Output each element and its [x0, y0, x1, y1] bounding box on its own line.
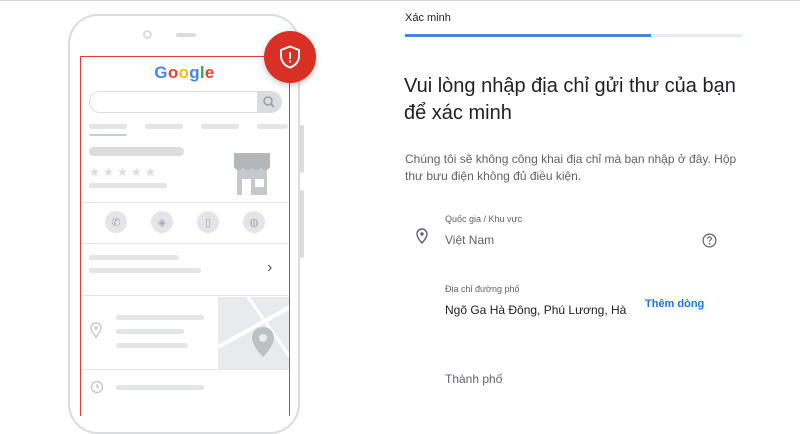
progress-bar: [405, 34, 742, 37]
logo-letter: g: [189, 63, 200, 82]
step-label: Xác minh: [405, 12, 451, 24]
storefront-icon: [234, 153, 270, 195]
google-logo: Google: [81, 63, 288, 83]
mock-business-name: [89, 147, 184, 156]
website-icon: ◍: [243, 211, 265, 233]
mock-line: [116, 343, 188, 348]
star-icon: ★: [89, 165, 100, 179]
location-pin-icon: [416, 228, 428, 244]
chevron-right-icon: ›: [267, 259, 273, 276]
mock-search-bar: [89, 91, 282, 113]
mock-line: [116, 385, 204, 390]
add-line-button[interactable]: Thêm dòng: [645, 298, 704, 310]
mock-line: [116, 315, 204, 320]
directions-icon: ◈: [151, 211, 173, 233]
mock-tab: [89, 124, 127, 129]
mock-tab: [257, 124, 288, 129]
country-field[interactable]: Việt Nam: [445, 233, 494, 247]
country-field-label: Quốc gia / Khu vực: [445, 214, 523, 224]
city-field[interactable]: Thành phố: [445, 372, 502, 386]
logo-letter: o: [167, 63, 179, 82]
location-pin-icon: [90, 322, 102, 338]
mock-line: [89, 268, 201, 273]
mock-divider: [81, 202, 288, 203]
star-icon: ★: [145, 165, 156, 179]
mock-divider: [81, 295, 288, 296]
logo-letter: o: [178, 63, 190, 82]
badge-circle: [264, 31, 316, 83]
phone-side-button: [300, 190, 304, 258]
phone-side-button: [300, 125, 304, 173]
mock-tab: [145, 124, 183, 129]
top-border: [0, 0, 800, 1]
street-field-label: Địa chỉ đường phố: [445, 284, 520, 294]
street-address-field[interactable]: Ngõ Ga Hà Đông, Phú Lương, Hà: [445, 303, 626, 317]
page-title: Vui lòng nhập địa chỉ gửi thư của bạn để…: [404, 75, 736, 124]
help-icon[interactable]: [702, 233, 717, 248]
phone-camera: [143, 30, 152, 39]
mock-search-button: [257, 92, 281, 112]
search-icon: [263, 96, 275, 108]
phone-speaker: [176, 33, 196, 37]
phone-icon: ✆: [105, 211, 127, 233]
mock-map: [218, 297, 289, 369]
star-icon: ★: [103, 165, 114, 179]
logo-letter: G: [154, 63, 168, 82]
mock-line: [116, 329, 184, 334]
phone-screen: Google ★ ★ ★ ★ ★ ✆ ◈ ▯ ◍ ›: [80, 56, 290, 416]
mock-category: [89, 183, 167, 188]
star-icon: ★: [117, 165, 128, 179]
mock-tab-indicator: [89, 134, 127, 136]
mock-divider: [81, 243, 288, 244]
page-description: Chúng tôi sẽ không công khai địa chỉ mà …: [405, 152, 737, 183]
mock-divider: [81, 369, 288, 370]
mock-line: [89, 255, 179, 260]
clock-icon: [90, 380, 104, 394]
logo-letter: e: [204, 63, 215, 82]
mock-tab: [201, 124, 239, 129]
bookmark-icon: ▯: [197, 211, 219, 233]
star-icon: ★: [131, 165, 142, 179]
progress-fill: [405, 34, 651, 37]
shield-alert-icon: [280, 45, 300, 69]
